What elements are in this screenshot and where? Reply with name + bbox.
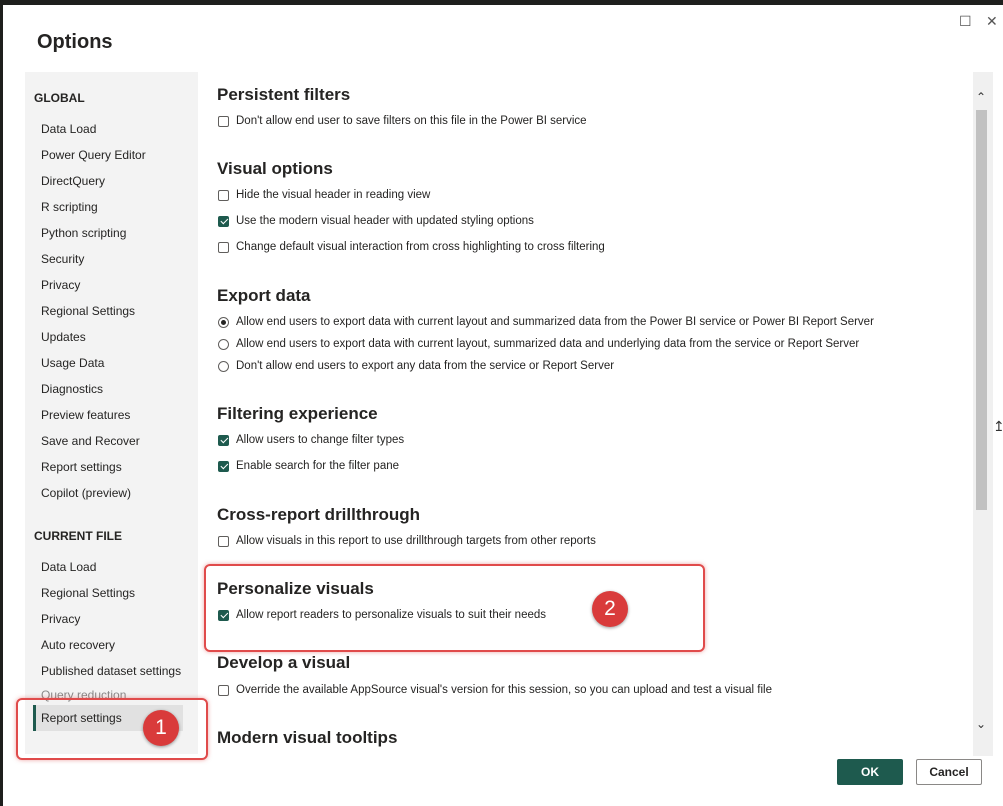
sidebar-item-copilot-preview[interactable]: Copilot (preview) [41,486,131,500]
option-label: Change default visual interaction from c… [236,241,605,253]
section-title-develop-a-visual: Develop a visual [217,653,351,672]
annotation-badge-1: 1 [143,710,179,746]
scrollbar-thumb[interactable] [976,110,987,510]
scroll-down-icon[interactable]: ⌄ [976,717,986,731]
option-persistent-filters[interactable]: Don't allow end user to save filters on … [218,115,587,127]
option-export-summarized[interactable]: Allow end users to export data with curr… [218,316,874,328]
annotation-badge-2: 2 [592,591,628,627]
sidebar-item-data-load[interactable]: Data Load [41,122,96,136]
option-modern-visual-header[interactable]: Use the modern visual header with update… [218,215,534,227]
sidebar-global-header: GLOBAL [34,91,85,105]
sidebar-item-auto-recovery[interactable]: Auto recovery [41,638,115,652]
section-title-export-data: Export data [217,286,311,305]
option-label: Don't allow end user to save filters on … [236,115,587,127]
cancel-button[interactable]: Cancel [916,759,982,785]
section-title-visual-options: Visual options [217,159,333,178]
sidebar-item-privacy[interactable]: Privacy [41,278,80,292]
scroll-up-icon[interactable]: ⌃ [976,90,986,104]
sidebar-item-security[interactable]: Security [41,252,84,266]
option-filter-pane-search[interactable]: Enable search for the filter pane [218,460,399,472]
option-change-filter-types[interactable]: Allow users to change filter types [218,434,404,446]
sidebar-item-file-data-load[interactable]: Data Load [41,560,96,574]
sidebar-item-updates[interactable]: Updates [41,330,86,344]
sidebar-current-file-header: CURRENT FILE [34,529,122,543]
checkbox-unchecked[interactable] [218,684,229,696]
radio-unselected[interactable] [218,338,229,350]
checkbox-checked[interactable] [218,434,229,446]
sidebar-item-usage-data[interactable]: Usage Data [41,356,104,370]
content-scrollbar[interactable]: ⌃ ⌄ [973,72,993,756]
highlight-report-settings [16,698,208,760]
restore-icon[interactable]: ☐ [959,13,972,30]
option-label: Use the modern visual header with update… [236,215,534,227]
option-label: Allow end users to export data with curr… [236,338,860,350]
sidebar-item-diagnostics[interactable]: Diagnostics [41,382,103,396]
option-label: Allow end users to export data with curr… [236,316,874,328]
mouse-cursor-icon: ↥ [993,418,1003,434]
option-label: Hide the visual header in reading view [236,189,431,201]
sidebar-item-file-privacy[interactable]: Privacy [41,612,80,626]
option-hide-visual-header[interactable]: Hide the visual header in reading view [218,189,430,201]
close-icon[interactable]: ✕ [986,13,998,30]
checkbox-checked[interactable] [218,215,229,227]
sidebar-item-python-scripting[interactable]: Python scripting [41,226,126,240]
highlight-personalize-visuals [204,564,705,652]
option-label: Don't allow end users to export any data… [236,360,615,372]
option-label: Override the available AppSource visual'… [236,684,772,696]
checkbox-unchecked[interactable] [218,189,229,201]
checkbox-unchecked[interactable] [218,535,229,547]
option-export-underlying[interactable]: Allow end users to export data with curr… [218,338,859,350]
sidebar-item-r-scripting[interactable]: R scripting [41,200,98,214]
options-sidebar: GLOBAL Data Load Power Query Editor Dire… [25,72,198,754]
sidebar-item-published-dataset-settings[interactable]: Published dataset settings [41,664,181,678]
options-content: Persistent filters Don't allow end user … [198,72,973,756]
sidebar-item-save-and-recover[interactable]: Save and Recover [41,434,140,448]
option-cross-filtering[interactable]: Change default visual interaction from c… [218,241,605,253]
option-label: Enable search for the filter pane [236,460,400,472]
sidebar-item-preview-features[interactable]: Preview features [41,408,130,422]
section-title-filtering-experience: Filtering experience [217,404,378,423]
option-label: Allow visuals in this report to use dril… [236,535,596,547]
ok-button[interactable]: OK [837,759,903,785]
option-cross-report-drillthrough[interactable]: Allow visuals in this report to use dril… [218,535,596,547]
checkbox-unchecked[interactable] [218,241,229,253]
sidebar-item-power-query-editor[interactable]: Power Query Editor [41,148,146,162]
option-override-appsource[interactable]: Override the available AppSource visual'… [218,684,772,696]
section-title-cross-report-drillthrough: Cross-report drillthrough [217,505,421,524]
sidebar-item-directquery[interactable]: DirectQuery [41,174,105,188]
option-export-none[interactable]: Don't allow end users to export any data… [218,360,614,372]
section-title-persistent-filters: Persistent filters [217,85,351,104]
sidebar-item-report-settings-global[interactable]: Report settings [41,460,122,474]
checkbox-checked[interactable] [218,460,229,472]
section-title-modern-visual-tooltips: Modern visual tooltips [217,728,398,747]
radio-selected[interactable] [218,316,229,328]
sidebar-item-file-regional-settings[interactable]: Regional Settings [41,586,135,600]
checkbox-unchecked[interactable] [218,115,229,127]
sidebar-item-regional-settings[interactable]: Regional Settings [41,304,135,318]
radio-unselected[interactable] [218,360,229,372]
option-label: Allow users to change filter types [236,434,405,446]
dialog-title: Options [37,31,113,53]
